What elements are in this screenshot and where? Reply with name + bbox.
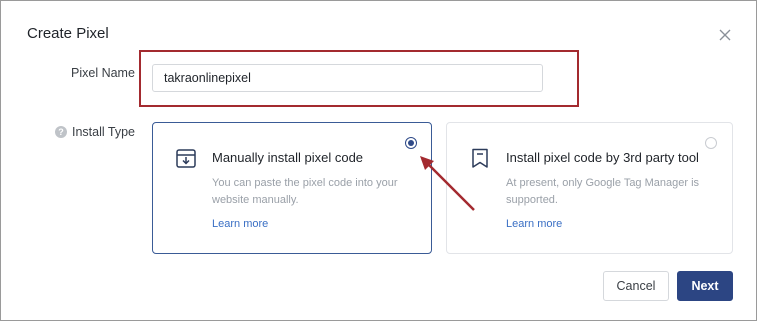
pixel-name-label: Pixel Name — [71, 66, 135, 80]
annotation-arrow — [420, 156, 475, 211]
learn-more-link[interactable]: Learn more — [506, 218, 562, 230]
install-type-label-text: Install Type — [72, 125, 136, 139]
dialog-title: Create Pixel — [27, 25, 109, 42]
help-icon[interactable]: ? — [55, 126, 67, 138]
download-box-icon — [176, 149, 196, 168]
screenshot-frame: Create Pixel Pixel Name ? Install Type M… — [0, 0, 757, 321]
annotation-highlight-box — [139, 50, 579, 107]
option-radio[interactable] — [405, 137, 417, 149]
option-radio[interactable] — [705, 137, 717, 149]
option-title: Manually install pixel code — [212, 150, 364, 165]
option-title: Install pixel code by 3rd party tool — [506, 150, 699, 165]
create-pixel-dialog: Create Pixel Pixel Name ? Install Type M… — [7, 7, 752, 316]
cancel-button[interactable]: Cancel — [603, 271, 669, 301]
next-button[interactable]: Next — [677, 271, 733, 301]
option-description: You can paste the pixel code into your w… — [212, 177, 398, 206]
close-icon[interactable] — [717, 27, 733, 43]
option-description: At present, only Google Tag Manager is s… — [506, 177, 700, 206]
learn-more-link[interactable]: Learn more — [212, 218, 268, 230]
install-type-label: ? Install Type — [55, 125, 135, 139]
option-manual-install[interactable]: Manually install pixel code You can past… — [152, 122, 432, 254]
option-third-party-install[interactable]: Install pixel code by 3rd party tool At … — [446, 122, 733, 254]
